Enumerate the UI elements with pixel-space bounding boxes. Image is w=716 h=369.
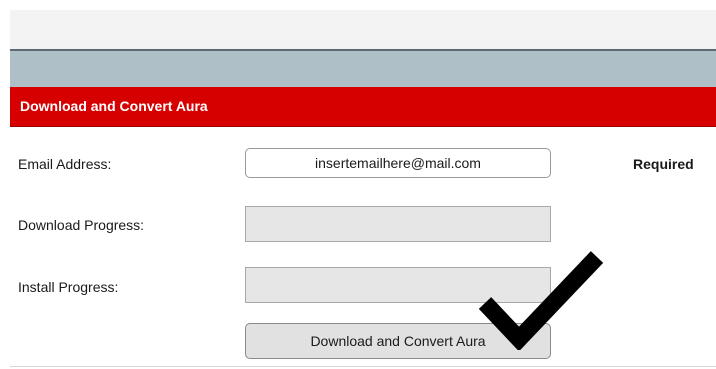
section-header: Download and Convert Aura [10, 87, 716, 127]
download-progress-label: Download Progress: [18, 217, 145, 233]
download-progress-bar [245, 206, 551, 242]
bottom-divider [10, 366, 716, 367]
email-label: Email Address: [18, 156, 112, 172]
section-title: Download and Convert Aura [20, 98, 208, 114]
install-progress-label: Install Progress: [18, 279, 119, 295]
form-panel: Email Address: Required Download Progres… [10, 127, 716, 369]
required-label: Required [633, 156, 694, 172]
download-convert-button[interactable]: Download and Convert Aura [245, 323, 551, 359]
title-bar [10, 10, 716, 49]
email-field[interactable] [245, 148, 551, 178]
app-window: Download and Convert Aura Email Address:… [0, 0, 716, 369]
toolbar-strip [10, 49, 716, 87]
install-progress-bar [245, 267, 551, 303]
